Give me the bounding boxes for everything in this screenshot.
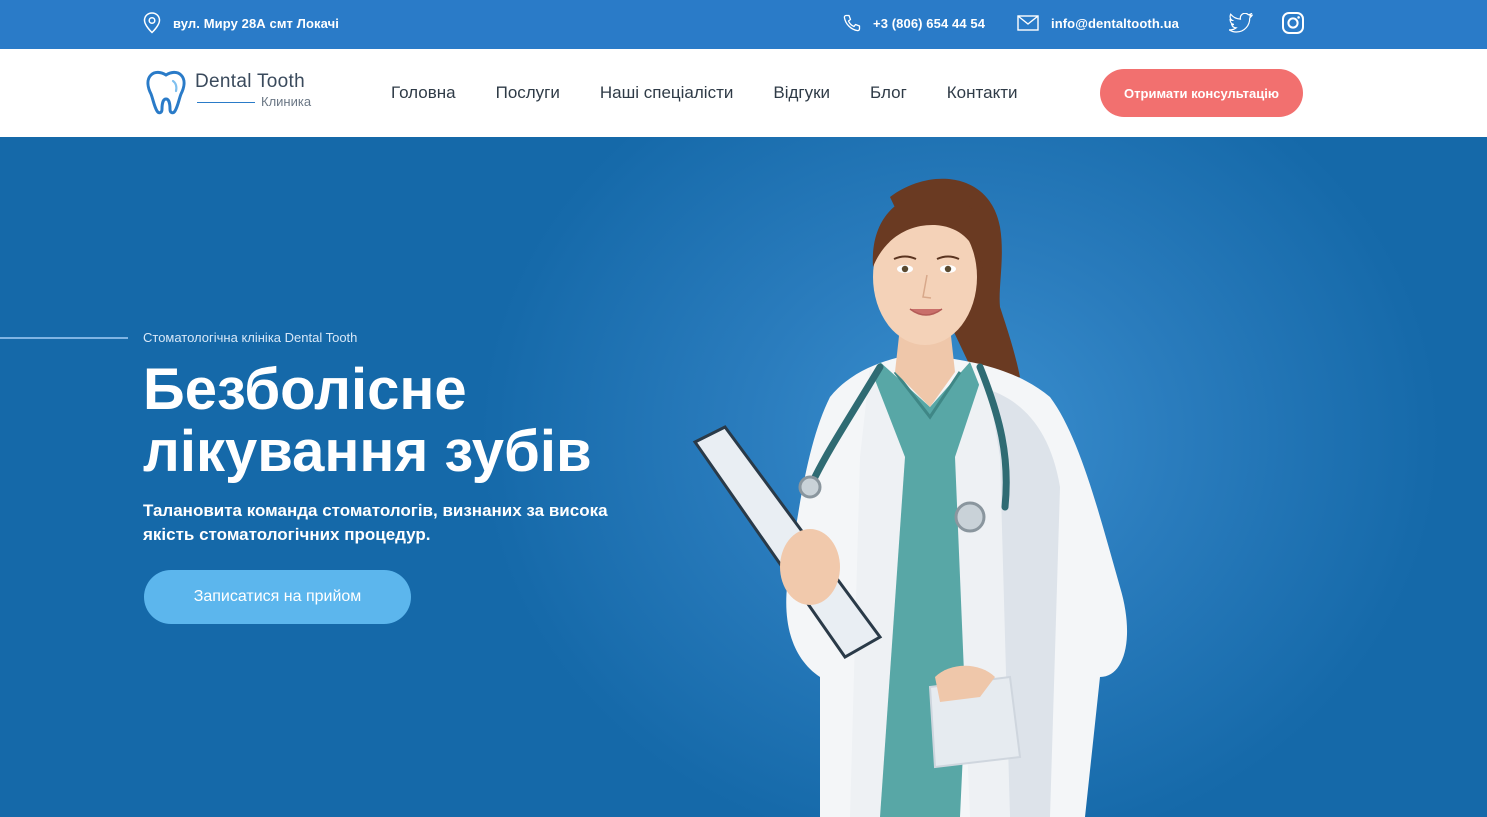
consultation-button[interactable]: Отримати консультацію: [1100, 69, 1303, 117]
logo-subtitle: Клиника: [261, 94, 312, 109]
logo-name: Dental Tooth: [195, 71, 305, 92]
phone-icon: [843, 14, 861, 32]
phone-text[interactable]: +3 (806) 654 44 54: [873, 16, 985, 31]
tooth-logo-icon: [146, 70, 186, 115]
phone-item[interactable]: +3 (806) 654 44 54: [843, 0, 985, 46]
doctor-image: [692, 178, 1128, 817]
main-nav: Головна Послуги Наші спеціалісти Відгуки…: [391, 49, 1058, 137]
top-info-bar: вул. Миру 28А смт Локачі +3 (806) 654 44…: [0, 0, 1487, 49]
instagram-icon: [1282, 12, 1304, 34]
twitter-icon: [1229, 13, 1253, 33]
nav-item-services[interactable]: Послуги: [496, 83, 560, 103]
email-item[interactable]: info@dentaltooth.ua: [1017, 0, 1179, 46]
nav-item-home[interactable]: Головна: [391, 83, 456, 103]
nav-item-contacts[interactable]: Контакти: [947, 83, 1018, 103]
location-pin-icon: [143, 12, 161, 34]
book-appointment-button[interactable]: Записатися на прийом: [144, 570, 411, 624]
hero-section: Стоматологічна клініка Dental Tooth Безб…: [0, 137, 1487, 817]
address-item: вул. Миру 28А смт Локачі: [143, 0, 339, 46]
hero-decor-line: [0, 337, 128, 339]
logo[interactable]: Dental Tooth Клиника: [143, 69, 323, 117]
address-text: вул. Миру 28А смт Локачі: [173, 15, 339, 31]
main-header: Dental Tooth Клиника Головна Послуги Наш…: [0, 49, 1487, 137]
logo-divider: [197, 102, 255, 103]
hero-tagline: Стоматологічна клініка Dental Tooth: [143, 330, 358, 345]
nav-item-reviews[interactable]: Відгуки: [773, 83, 830, 103]
email-text[interactable]: info@dentaltooth.ua: [1051, 16, 1179, 31]
instagram-link[interactable]: [1280, 10, 1306, 36]
nav-item-blog[interactable]: Блог: [870, 83, 907, 103]
twitter-link[interactable]: [1228, 10, 1254, 36]
nav-item-specialists[interactable]: Наші спеціалісти: [600, 83, 733, 103]
mail-icon: [1017, 15, 1039, 31]
hero-description: Талановита команда стоматологів, визнани…: [143, 501, 608, 544]
hero-title: Безболісне лікування зубів: [143, 357, 592, 484]
